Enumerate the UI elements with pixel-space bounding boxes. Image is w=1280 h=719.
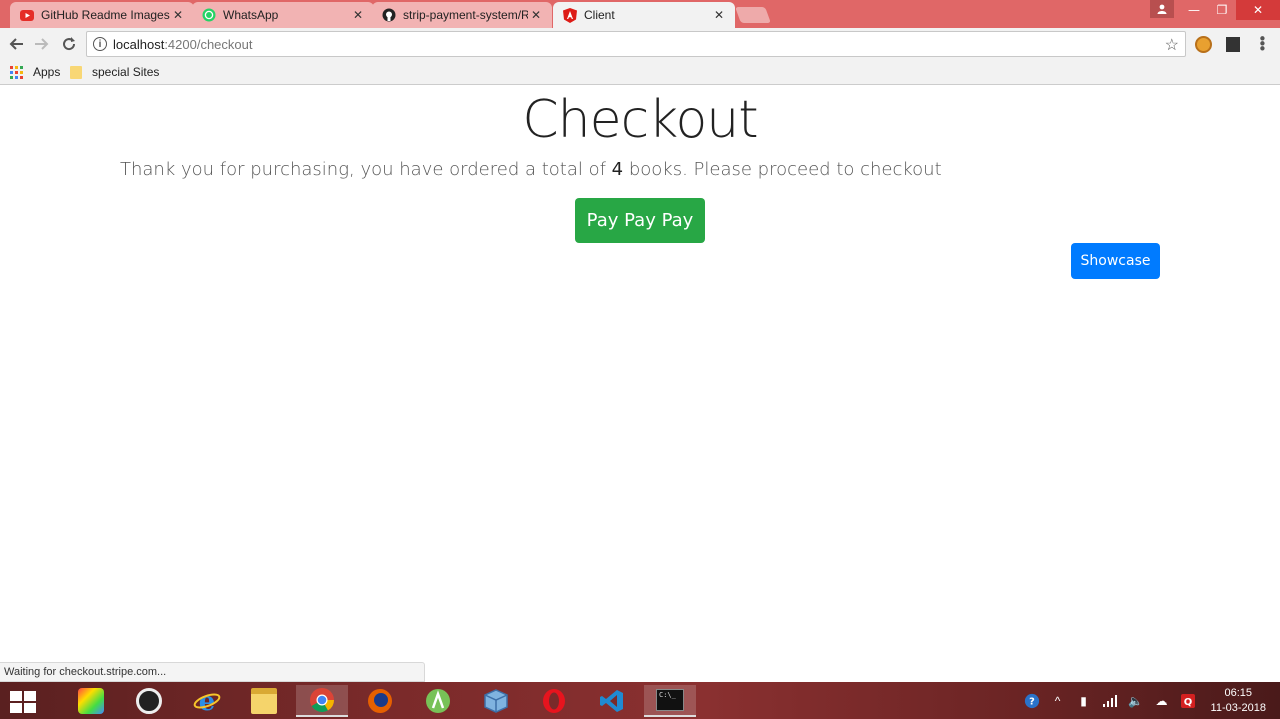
app-grid-icon[interactable] — [65, 685, 117, 717]
close-tab-icon[interactable]: ✕ — [350, 8, 366, 22]
tab-strip: GitHub Readme Images ✕ WhatsApp ✕ strip-… — [0, 0, 1280, 28]
checkout-message: Thank you for purchasing, you have order… — [120, 159, 942, 180]
cmd-icon[interactable]: C:\_ — [644, 685, 696, 717]
bookmark-special-sites[interactable]: special Sites — [70, 65, 159, 79]
internet-explorer-icon[interactable]: e — [181, 685, 233, 717]
window-controls: — ❐ ✕ — [1150, 0, 1280, 20]
minimize-button[interactable]: — — [1180, 0, 1208, 20]
cloud-upload-icon[interactable]: ☁ — [1154, 693, 1170, 709]
folder-icon — [70, 65, 82, 79]
svg-text:?: ? — [1029, 696, 1035, 707]
github-icon — [382, 8, 396, 22]
close-window-button[interactable]: ✕ — [1236, 0, 1280, 20]
restore-button[interactable]: ❐ — [1208, 0, 1236, 20]
camera-icon[interactable] — [123, 685, 175, 717]
forward-button[interactable] — [32, 34, 52, 54]
showcase-button[interactable]: Showcase — [1071, 243, 1160, 279]
windows-taskbar: e C:\_ ? ^ ▮ 🔈 ☁ Q 06:15 11-03-2018 — [0, 682, 1280, 719]
file-explorer-icon[interactable] — [238, 685, 290, 717]
bookmark-star-icon[interactable]: ☆ — [1165, 35, 1179, 55]
info-icon[interactable]: i — [93, 37, 107, 51]
back-button[interactable] — [6, 34, 26, 54]
virtualbox-icon[interactable] — [470, 685, 522, 717]
status-bar: Waiting for checkout.stripe.com... — [0, 662, 425, 682]
svg-text:e: e — [199, 687, 216, 715]
svg-text:Q: Q — [1183, 697, 1192, 708]
quick-heal-icon[interactable]: Q — [1180, 693, 1196, 709]
opera-icon[interactable] — [528, 685, 580, 717]
extension-icon[interactable] — [1195, 36, 1212, 53]
reload-button[interactable] — [59, 34, 79, 54]
message-text: Thank you for purchasing, you have order… — [120, 159, 612, 180]
youtube-icon — [20, 8, 34, 22]
close-tab-icon[interactable]: ✕ — [170, 8, 186, 22]
tab-title: Client — [584, 8, 615, 22]
book-count: 4 — [611, 159, 624, 180]
volume-icon[interactable]: 🔈 — [1128, 693, 1144, 709]
bookmark-label: Apps — [33, 65, 61, 79]
tab-client[interactable]: Client ✕ — [553, 2, 735, 28]
help-icon[interactable]: ? — [1024, 693, 1040, 709]
vscode-icon[interactable] — [586, 685, 638, 717]
tab-github-readme-images[interactable]: GitHub Readme Images ✕ — [10, 2, 194, 28]
bookmark-label: special Sites — [92, 65, 160, 79]
battery-icon[interactable]: ▮ — [1076, 693, 1092, 709]
profile-icon[interactable] — [1150, 0, 1174, 18]
extension-icon[interactable] — [1226, 37, 1240, 52]
url-host: localhost — [113, 36, 165, 52]
bookmarks-bar: Apps special Sites — [0, 61, 1280, 85]
chevron-up-icon[interactable]: ^ — [1050, 693, 1066, 709]
pay-button[interactable]: Pay Pay Pay — [575, 198, 705, 243]
start-icon[interactable] — [10, 691, 36, 713]
system-tray: ? ^ ▮ 🔈 ☁ Q 06:15 11-03-2018 — [1019, 682, 1280, 719]
message-text: books. Please proceed to checkout — [623, 159, 942, 180]
angular-icon — [563, 7, 577, 23]
tab-strip-payment-system[interactable]: strip-payment-system/R ✕ — [372, 2, 552, 28]
address-bar[interactable]: i localhost:4200/checkout ☆ — [86, 31, 1186, 57]
clock[interactable]: 06:15 11-03-2018 — [1211, 686, 1266, 716]
firefox-icon[interactable] — [354, 685, 406, 717]
apps-grid-icon — [10, 65, 23, 79]
close-tab-icon[interactable]: ✕ — [711, 8, 727, 22]
whatsapp-icon — [202, 8, 216, 22]
tab-title: strip-payment-system/R — [403, 8, 528, 22]
close-tab-icon[interactable]: ✕ — [528, 8, 544, 22]
signal-icon[interactable] — [1102, 693, 1118, 709]
url-path: :4200/checkout — [164, 36, 253, 52]
tab-title: GitHub Readme Images — [41, 8, 170, 22]
tab-whatsapp[interactable]: WhatsApp ✕ — [192, 2, 374, 28]
android-studio-icon[interactable] — [412, 685, 464, 717]
clock-time: 06:15 — [1224, 686, 1253, 699]
page-content: Checkout Thank you for purchasing, you h… — [0, 86, 1280, 663]
bookmark-apps[interactable]: Apps — [10, 65, 60, 79]
clock-date: 11-03-2018 — [1210, 701, 1266, 714]
tab-title: WhatsApp — [223, 8, 279, 22]
menu-icon[interactable]: • • • — [1258, 32, 1267, 57]
chrome-icon[interactable] — [296, 685, 348, 717]
browser-toolbar: i localhost:4200/checkout ☆ • • • — [0, 28, 1280, 61]
page-title: Checkout — [522, 90, 758, 150]
new-tab-button[interactable] — [735, 7, 771, 23]
